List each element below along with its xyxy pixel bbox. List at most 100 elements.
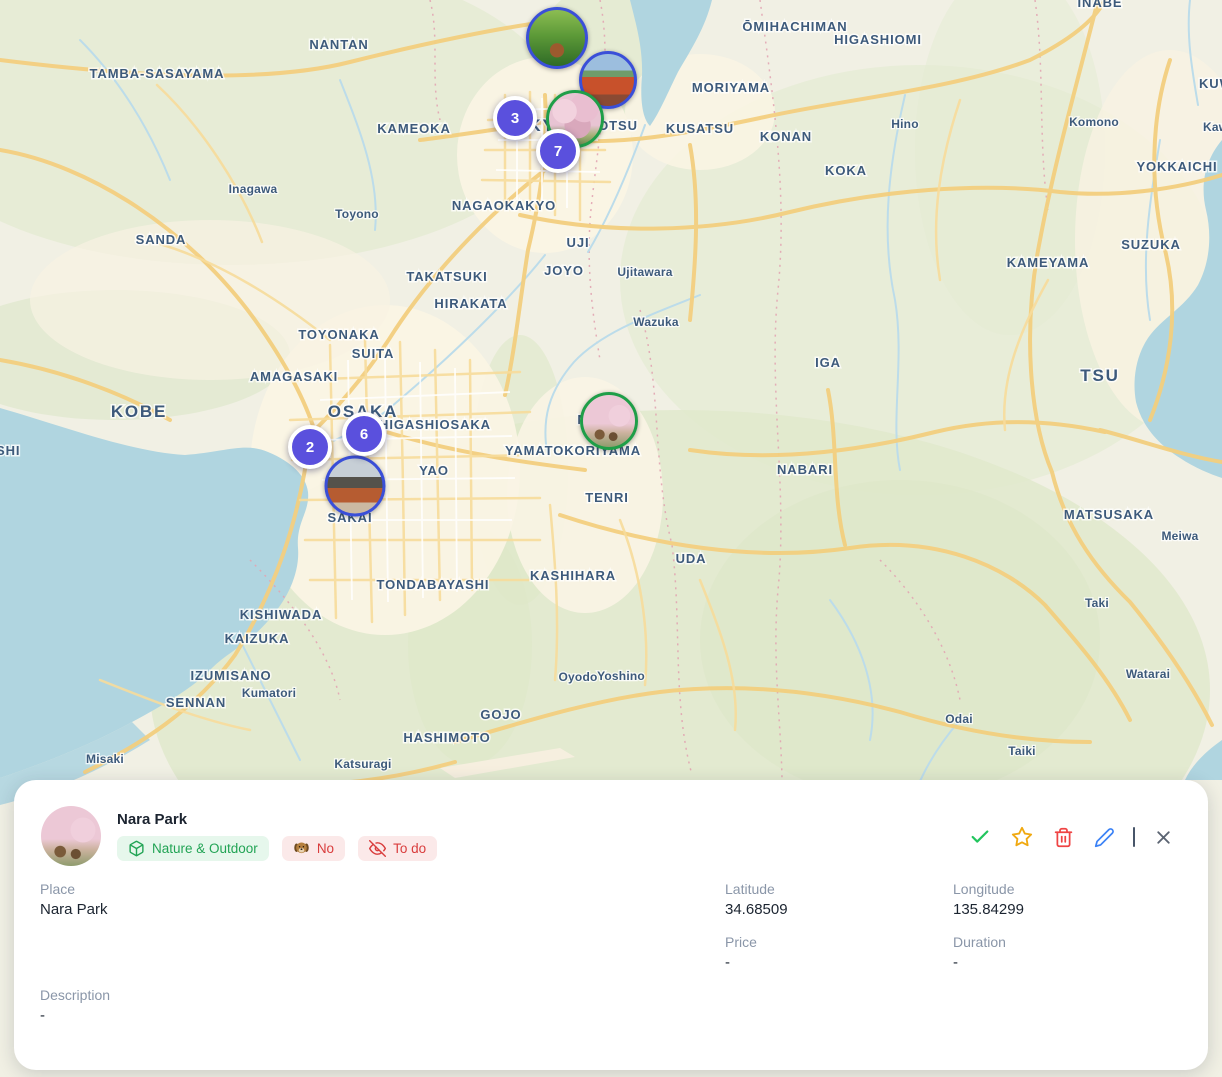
map-label: KOKA: [825, 163, 867, 178]
map-label: YOKKAICHI: [1136, 159, 1217, 174]
map-label: NAGAOKAKYO: [452, 198, 556, 213]
delete-button[interactable]: [1051, 825, 1076, 850]
map-label: TENRI: [585, 490, 629, 505]
map-label: Hino: [891, 117, 918, 131]
map-label: KAMEOKA: [377, 121, 450, 136]
favorite-button[interactable]: [1009, 824, 1035, 850]
pets-tag: No: [282, 836, 345, 861]
cluster-marker-3[interactable]: 3: [493, 96, 537, 140]
package-icon: [128, 840, 145, 857]
cluster-marker-7[interactable]: 7: [536, 129, 580, 173]
close-button[interactable]: [1151, 825, 1176, 850]
place-field-label: Place: [40, 881, 108, 897]
map-label: INABE: [1078, 0, 1123, 10]
map-label: Ujitawara: [617, 265, 672, 279]
map-app: TAMBA-SASAYAMA NANTAN KAMEOKA SANDA Inagawa T…: [0, 0, 1222, 1077]
map-label: HIGASHIOMI: [834, 32, 922, 47]
map-label: UJI: [567, 235, 590, 250]
star-icon: [1011, 826, 1033, 848]
map-label: Komono: [1069, 115, 1119, 129]
map-label: HIRAKATA: [434, 296, 507, 311]
pets-tag-label: No: [317, 841, 334, 856]
map-label: KONAN: [760, 129, 812, 144]
category-tag: Nature & Outdoor: [117, 836, 269, 861]
pencil-icon: [1094, 827, 1115, 848]
map-label: TSU: [1080, 366, 1119, 385]
toolbar-divider: [1133, 827, 1135, 847]
description-field: Description -: [40, 987, 110, 1024]
map-label: MORIYAMA: [692, 80, 770, 95]
duration-field-value: -: [953, 954, 1006, 971]
nara-park-photo-marker[interactable]: [580, 392, 638, 450]
osaka-shrine-photo-marker[interactable]: [325, 456, 386, 517]
longitude-field-value: 135.84299: [953, 901, 1024, 918]
map-label: Meiwa: [1161, 529, 1198, 543]
map-label: NABARI: [777, 462, 833, 477]
map-label: ŌMIHACHIMAN: [742, 19, 847, 34]
map-label: HASHIMOTO: [403, 730, 490, 745]
price-field: Price -: [725, 934, 757, 971]
cluster-marker-2[interactable]: 2: [288, 425, 332, 469]
map-label: TAMBA-SASAYAMA: [90, 66, 225, 81]
map-label: IGA: [815, 355, 841, 370]
map-label: KOBE: [111, 402, 167, 421]
confirm-button[interactable]: [967, 824, 993, 850]
map-label: SENNAN: [166, 695, 226, 710]
price-field-value: -: [725, 954, 757, 971]
map-label: KUSATSU: [666, 121, 734, 136]
price-field-label: Price: [725, 934, 757, 950]
place-details-panel: Nara Park Nature & Outdoor: [14, 780, 1208, 1070]
map-label: KUW: [1199, 76, 1222, 91]
status-tag-label: To do: [393, 841, 426, 856]
map-label: KISHIWADA: [240, 607, 323, 622]
map-label: IZUMISANO: [190, 668, 271, 683]
eye-off-icon: [369, 840, 386, 857]
status-tag: To do: [358, 836, 437, 861]
map-label: Kumatori: [242, 686, 296, 700]
map-label: Katsuragi: [334, 757, 391, 771]
map-label: Misaki: [86, 752, 124, 766]
map-label: Inagawa: [229, 182, 278, 196]
close-icon: [1153, 827, 1174, 848]
category-tag-label: Nature & Outdoor: [152, 841, 258, 856]
map-label: KAIZUKA: [225, 631, 290, 646]
latitude-field-value: 34.68509: [725, 901, 788, 918]
check-icon: [969, 826, 991, 848]
map-label: Taiki: [1008, 744, 1035, 758]
map-label: SUITA: [352, 346, 395, 361]
map-label: KASHIHARA: [530, 568, 616, 583]
map-label: YAO: [419, 463, 449, 478]
edit-button[interactable]: [1092, 825, 1117, 850]
map-label: OTSU: [598, 118, 638, 133]
description-field-value: -: [40, 1007, 110, 1024]
longitude-field: Longitude 135.84299: [953, 881, 1024, 918]
duration-field-label: Duration: [953, 934, 1006, 950]
cluster-marker-6[interactable]: 6: [342, 412, 386, 456]
map-label: GOJO: [480, 707, 521, 722]
place-avatar: [41, 806, 101, 866]
map-label: Toyono: [335, 207, 379, 221]
place-field-value: Nara Park: [40, 901, 108, 918]
map-label: Taki: [1085, 596, 1109, 610]
map-label: NANTAN: [309, 37, 368, 52]
longitude-field-label: Longitude: [953, 881, 1024, 897]
map-label: JOYO: [544, 263, 584, 278]
map-label: TOYONAKA: [298, 327, 379, 342]
map-label: Oyodo: [559, 670, 598, 684]
map-label: Odai: [945, 712, 972, 726]
latitude-field-label: Latitude: [725, 881, 788, 897]
map-label: SANDA: [136, 232, 187, 247]
map-label: AMAGASAKI: [250, 369, 338, 384]
duration-field: Duration -: [953, 934, 1006, 971]
map-label: Watarai: [1126, 667, 1170, 681]
map-label: UDA: [676, 551, 707, 566]
map-label: TONDABAYASHI: [377, 577, 490, 592]
actions-toolbar: [967, 824, 1176, 850]
trash-icon: [1053, 827, 1074, 848]
dog-icon: [293, 840, 310, 857]
map-label: SUZUKA: [1121, 237, 1181, 252]
forest-path-photo-marker[interactable]: [526, 7, 588, 69]
map-label: Yoshino: [597, 669, 645, 683]
map-label: KAMEYAMA: [1007, 255, 1090, 270]
map-label: HIGASHIOSAKA: [379, 417, 491, 432]
